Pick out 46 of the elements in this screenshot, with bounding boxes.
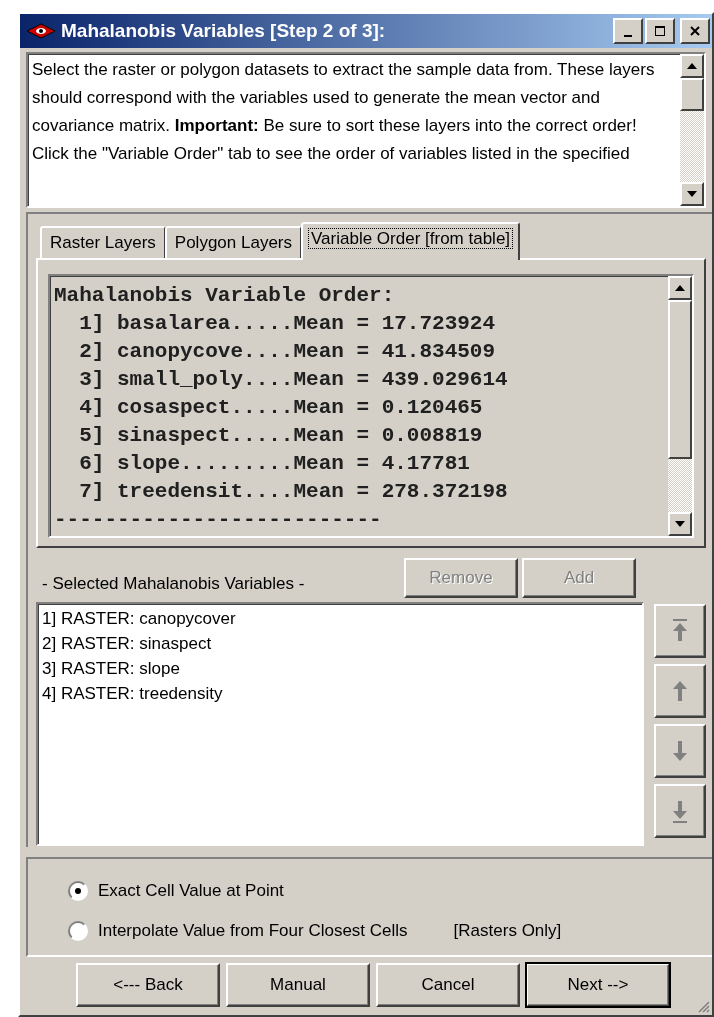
- triangle-up-icon: [675, 285, 685, 291]
- arrow-to-bar-icon: [672, 799, 688, 823]
- list-item[interactable]: 2] RASTER: sinaspect: [42, 631, 638, 656]
- triangle-up-icon: [687, 63, 697, 69]
- dialog-button[interactable]: Next -->: [526, 963, 670, 1007]
- radio-button[interactable]: [68, 881, 88, 901]
- scroll-up-button[interactable]: [680, 54, 704, 78]
- move-up-button[interactable]: [654, 664, 706, 718]
- triangle-down-icon: [675, 521, 685, 527]
- list-item[interactable]: 3] RASTER: slope: [42, 656, 638, 681]
- window-title: Mahalanobis Variables [Step 2 of 3]:: [61, 20, 387, 42]
- tab[interactable]: Variable Order [from table]: [301, 222, 521, 260]
- move-top-button[interactable]: [654, 604, 706, 658]
- minimize-icon: [624, 35, 632, 37]
- eye-icon: [26, 23, 56, 39]
- scroll-up-button[interactable]: [668, 276, 692, 300]
- arrow-to-bar-icon: [672, 619, 688, 643]
- move-bottom-button[interactable]: [654, 784, 706, 838]
- section-label: - Selected Mahalanobis Variables -: [41, 574, 306, 595]
- instructions-text: Select the raster or polygon datasets to extract the sample data from. These layers should correspond with the variables used to generate the mean vector and covariance matrix. Important: Be sure to sort these layers into the correct order! Click the "Variable Order" tab to see the order of variables listed in the specified: [31, 59, 656, 165]
- move-down-button[interactable]: [654, 724, 706, 778]
- dialog-button[interactable]: Manual: [226, 963, 370, 1007]
- maximize-button[interactable]: [645, 18, 675, 44]
- dialog-button[interactable]: <--- Back: [76, 963, 220, 1007]
- resize-grip-icon[interactable]: [696, 999, 710, 1013]
- tab[interactable]: Polygon Layers: [164, 226, 302, 258]
- close-icon: [689, 25, 701, 37]
- note-text: [Rasters Only]: [453, 921, 562, 941]
- close-button[interactable]: [680, 18, 710, 44]
- tab[interactable]: Raster Layers: [40, 226, 166, 258]
- minimize-button[interactable]: [613, 18, 643, 44]
- triangle-down-icon: [687, 191, 697, 197]
- dialog-button[interactable]: Cancel: [376, 963, 520, 1007]
- scroll-thumb[interactable]: [668, 300, 692, 459]
- arrow-icon: [672, 739, 688, 763]
- radio-label[interactable]: Exact Cell Value at Point: [98, 881, 284, 901]
- list-item[interactable]: 1] RASTER: canopycover: [42, 606, 638, 631]
- radio-label[interactable]: Interpolate Value from Four Closest Cells: [98, 921, 408, 941]
- scroll-thumb[interactable]: [680, 78, 704, 112]
- list-item[interactable]: 4] RASTER: treedensity: [42, 681, 638, 706]
- scroll-down-button[interactable]: [668, 512, 692, 536]
- arrow-icon: [672, 679, 688, 703]
- radio-button[interactable]: [68, 921, 88, 941]
- maximize-icon: [654, 25, 666, 37]
- variable-order-text: Mahalanobis Variable Order: 1] basalarea.....Mean = 17.723924 2] canopycove....Mean = 41.834509 3] small_poly....Mean = 439.029614 4] cosaspect.....Mean = 0.120465 5] sinaspect.....Mean = 0.008819 6] slope.........Mean = 4.17781 7] treedensit....Mean = 278.372198 --------------------------: [53, 283, 509, 533]
- scroll-down-button[interactable]: [680, 182, 704, 206]
